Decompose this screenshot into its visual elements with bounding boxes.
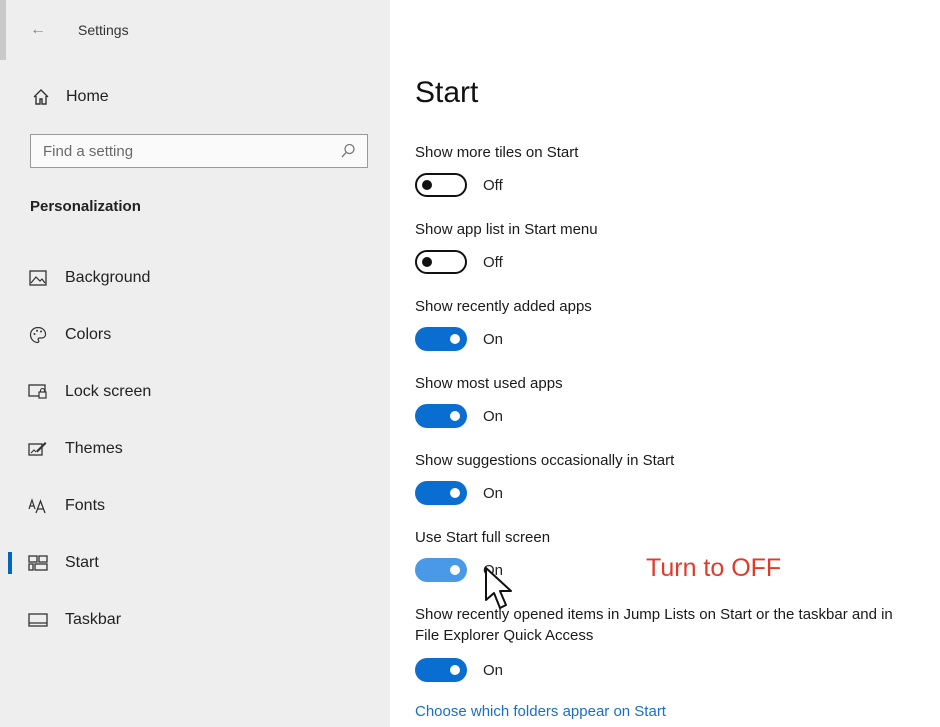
toggle-knob: [450, 665, 460, 675]
toggle-knob: [450, 411, 460, 421]
start-icon: [28, 553, 48, 573]
window-edge: [0, 0, 6, 60]
toggle-knob: [450, 488, 460, 498]
section-heading: Personalization: [30, 198, 141, 215]
setting-label: Use Start full screen: [415, 529, 551, 546]
sidebar-item-fonts[interactable]: Fonts: [0, 477, 390, 534]
setting-label-line: File Explorer Quick Access: [415, 627, 594, 644]
toggle-switch[interactable]: [415, 327, 467, 351]
themes-icon: [28, 439, 48, 459]
lock-screen-icon: [28, 382, 48, 402]
sidebar-item-start[interactable]: Start: [0, 534, 390, 591]
home-icon: [30, 86, 52, 108]
toggle-state: On: [483, 484, 504, 502]
palette-icon: [28, 325, 48, 345]
sidebar: ← Settings Home Personalization Backgrou…: [0, 0, 390, 727]
nav-list: Background Colors Lock screen Themes Fon…: [0, 249, 390, 648]
search-icon[interactable]: [339, 142, 357, 160]
setting-toggle-row: On: [415, 480, 503, 506]
sidebar-item-label: Start: [65, 553, 99, 571]
toggle-switch[interactable]: [415, 404, 467, 428]
sidebar-item-lock-screen[interactable]: Lock screen: [0, 363, 390, 420]
toggle-switch[interactable]: [415, 173, 467, 197]
toggle-state: On: [483, 330, 504, 348]
choose-folders-link[interactable]: Choose which folders appear on Start: [415, 703, 666, 720]
setting-toggle-row: On: [415, 657, 503, 683]
page-title: Start: [415, 76, 479, 109]
mouse-cursor-icon: [485, 567, 512, 609]
fonts-icon: [28, 496, 48, 516]
toggle-switch[interactable]: [415, 558, 467, 582]
sidebar-item-label: Lock screen: [65, 382, 152, 400]
setting-toggle-row: Off: [415, 172, 503, 198]
toggle-state: On: [483, 407, 504, 425]
toggle-state: Off: [483, 253, 503, 271]
toggle-switch[interactable]: [415, 250, 467, 274]
setting-toggle-row: On: [415, 326, 503, 352]
annotation-text: Turn to OFF: [646, 554, 782, 582]
setting-label: Show more tiles on Start: [415, 144, 579, 161]
image-icon: [28, 268, 48, 288]
taskbar-icon: [28, 610, 48, 630]
toggle-knob: [422, 180, 432, 190]
toggle-switch[interactable]: [415, 481, 467, 505]
setting-label: Show most used apps: [415, 375, 563, 392]
sidebar-item-label: Fonts: [65, 496, 106, 514]
main-panel: Start Show more tiles on Start Off Show …: [390, 0, 940, 727]
sidebar-item-taskbar[interactable]: Taskbar: [0, 591, 390, 648]
toggle-knob: [450, 334, 460, 344]
toggle-switch[interactable]: [415, 658, 467, 682]
setting-label: Show app list in Start menu: [415, 221, 598, 238]
toggle-knob: [422, 257, 432, 267]
setting-toggle-row: Off: [415, 249, 503, 275]
sidebar-item-label: Taskbar: [65, 610, 122, 628]
setting-label: Show recently added apps: [415, 298, 592, 315]
setting-label: Show suggestions occasionally in Start: [415, 452, 675, 469]
title-bar: ← Settings: [28, 18, 129, 42]
back-arrow-icon[interactable]: ←: [28, 20, 48, 40]
sidebar-item-themes[interactable]: Themes: [0, 420, 390, 477]
sidebar-item-label: Colors: [65, 325, 112, 343]
sidebar-item-label: Themes: [65, 439, 123, 457]
toggle-knob: [450, 565, 460, 575]
home-nav-item[interactable]: Home: [30, 86, 109, 108]
search-box[interactable]: [30, 134, 368, 168]
toggle-state: Off: [483, 176, 503, 194]
search-input[interactable]: [43, 142, 323, 160]
setting-toggle-row: On: [415, 403, 503, 429]
home-label: Home: [66, 88, 109, 105]
toggle-state: On: [483, 661, 504, 679]
sidebar-item-label: Background: [65, 268, 151, 286]
sidebar-item-background[interactable]: Background: [0, 249, 390, 306]
window-title: Settings: [78, 22, 129, 38]
sidebar-item-colors[interactable]: Colors: [0, 306, 390, 363]
